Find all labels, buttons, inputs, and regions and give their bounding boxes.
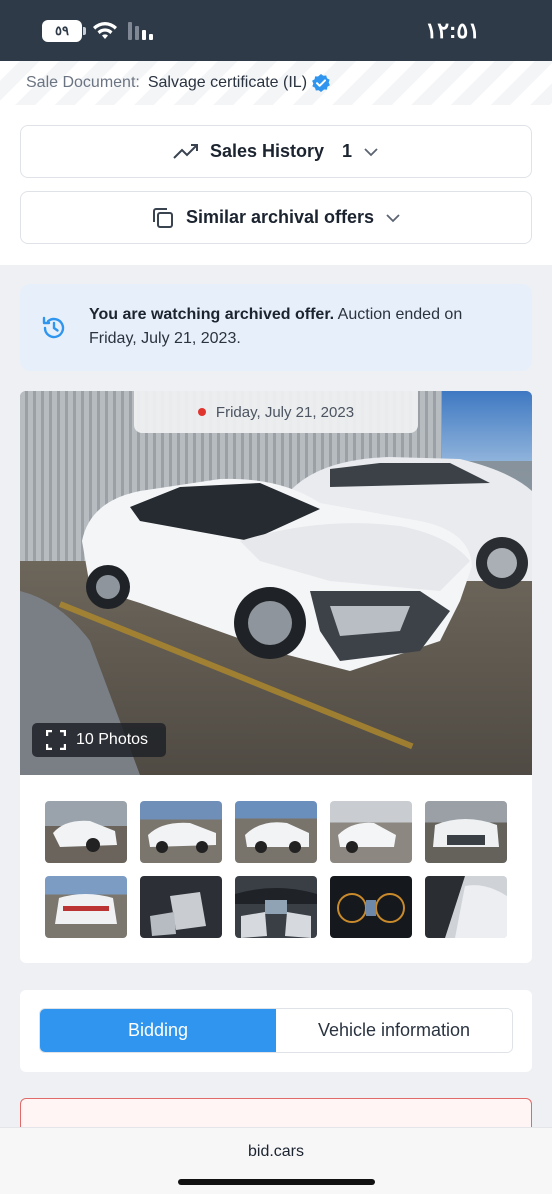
thumbnail[interactable]: [235, 801, 317, 863]
auction-date-pill: Friday, July 21, 2023: [134, 391, 418, 433]
thumbnail[interactable]: [330, 801, 412, 863]
photos-count-label: 10 Photos: [76, 731, 149, 748]
wifi-icon: [93, 22, 117, 39]
thumbnail-image: [337, 893, 405, 923]
sale-document-row: Sale Document: Salvage certificate (IL): [0, 61, 552, 105]
fullscreen-icon: [46, 730, 66, 750]
car-photo: [20, 457, 532, 775]
photo-gallery: Friday, July 21, 2023 10 Photos: [20, 391, 532, 963]
browser-address-bar[interactable]: bid.cars: [0, 1127, 552, 1194]
chevron-down-icon: [364, 147, 378, 156]
thumbnail[interactable]: [140, 876, 222, 938]
similar-archival-offers-button[interactable]: Similar archival offers: [20, 191, 532, 244]
chevron-down-icon: [386, 213, 400, 222]
battery-icon: ٥٩: [42, 20, 86, 42]
copy-icon: [152, 207, 173, 228]
sales-history-label: Sales History: [209, 141, 325, 161]
status-bar: ٥٩ ١٢:٥١: [0, 0, 552, 61]
url-text: bid.cars: [247, 1143, 305, 1160]
thumbnail-image: [148, 822, 216, 853]
thumbnail[interactable]: [330, 876, 412, 938]
tab-bidding[interactable]: Bidding: [40, 1009, 276, 1052]
thumbnail[interactable]: [235, 876, 317, 938]
thumbnail-image: [150, 892, 206, 936]
tabs-card: Bidding Vehicle information: [20, 990, 532, 1072]
notice-bold: You are watching archived offer.: [89, 306, 335, 323]
thumbnail-image: [425, 876, 507, 938]
trend-up-icon: [173, 143, 198, 159]
thumbnail-image: [338, 822, 396, 853]
offer-summary: Sale Document: Salvage certificate (IL) …: [0, 61, 552, 265]
thumbnail[interactable]: [425, 876, 507, 938]
battery-level: ٥٩: [55, 23, 69, 38]
tab-vehicle-information[interactable]: Vehicle information: [276, 1009, 512, 1052]
thumbnail-image: [55, 894, 117, 924]
home-indicator[interactable]: [178, 1179, 375, 1185]
thumbnail-image: [245, 822, 309, 853]
similar-offers-label: Similar archival offers: [185, 207, 375, 227]
notice-text: You are watching archived offer. Auction…: [89, 303, 509, 351]
thumbnail-image: [53, 820, 117, 852]
clock: ١٢:٥١: [425, 18, 480, 43]
thumbnail[interactable]: [140, 801, 222, 863]
sales-history-button[interactable]: Sales History 1: [20, 125, 532, 178]
main-photo[interactable]: Friday, July 21, 2023 10 Photos: [20, 391, 532, 775]
status-dot-icon: [197, 408, 206, 416]
tab-bar: Bidding Vehicle information: [39, 1008, 513, 1053]
thumbnail[interactable]: [45, 801, 127, 863]
thumbnail[interactable]: [425, 801, 507, 863]
view-photos-button[interactable]: 10 Photos: [32, 723, 166, 757]
sales-history-count: 1: [342, 141, 353, 161]
archived-offer-notice: You are watching archived offer. Auction…: [20, 284, 532, 371]
history-icon: [42, 316, 65, 339]
signal-icon: [128, 22, 153, 40]
sale-document-value: Salvage certificate (IL): [147, 74, 308, 91]
auction-date: Friday, July 21, 2023: [215, 403, 355, 421]
sale-document-label: Sale Document:: [26, 74, 140, 91]
thumbnail-grid: [45, 801, 507, 938]
verified-badge-icon: [311, 73, 331, 93]
thumbnail-image: [433, 819, 499, 847]
thumbnail-image: [235, 888, 317, 938]
thumbnail[interactable]: [45, 876, 127, 938]
